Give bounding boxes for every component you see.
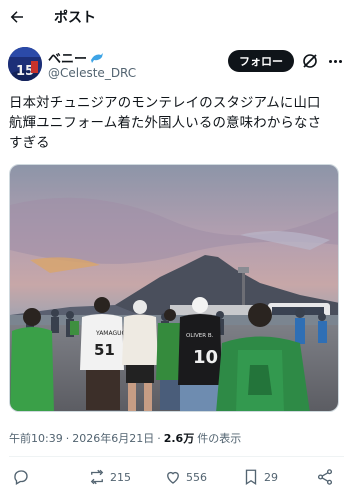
divider <box>9 456 344 457</box>
follow-button[interactable]: フォロー <box>228 50 294 72</box>
more-dot-icon <box>338 59 342 63</box>
retweet-count: 215 <box>110 470 131 484</box>
page-title: ポスト <box>54 10 96 26</box>
avatar[interactable]: 15 <box>8 47 42 81</box>
tweet-time[interactable]: 午前10:39 <box>9 430 63 446</box>
share-icon <box>317 469 333 485</box>
meta-separator: · <box>65 432 70 445</box>
heart-icon <box>167 471 179 484</box>
tweet-text: 日本対チュニジアのモンテレイのスタジアムに山口 航輝ユニフォーム着た外国人いるの… <box>9 94 345 154</box>
like-count: 556 <box>186 470 207 484</box>
share-button[interactable] <box>316 468 334 486</box>
bookmark-icon <box>245 469 257 486</box>
action-bar: 215 556 29 <box>0 462 353 494</box>
user-handle[interactable]: @Celeste_DRC <box>48 66 136 80</box>
display-name[interactable]: ベニー <box>48 48 104 67</box>
back-button[interactable] <box>6 6 28 28</box>
display-name-text: ベニー <box>48 52 88 67</box>
tweet-author: 15 ベニー @Celeste_DRC フォロー <box>0 44 353 88</box>
arrow-left-icon <box>10 11 23 23</box>
bookmark-count: 29 <box>264 470 278 484</box>
views-count: 2.6万 <box>163 432 195 445</box>
reply-button[interactable] <box>12 468 34 486</box>
grok-icon <box>303 54 317 68</box>
light-tower <box>242 270 245 310</box>
dolphin-icon <box>91 52 104 63</box>
meta-separator: · <box>157 432 161 445</box>
grok-button[interactable] <box>301 52 319 70</box>
more-dot-icon <box>328 59 332 63</box>
tweet-text-line: 航輝ユニフォーム着た外国人いるの意味わからなさ <box>9 116 322 131</box>
like-button[interactable]: 556 <box>164 468 207 486</box>
reply-icon <box>14 470 28 485</box>
bookmark-button[interactable]: 29 <box>242 468 278 486</box>
views-label: 件の表示 <box>197 432 242 445</box>
tweet-text-line: 日本対チュニジアのモンテレイのスタジアムに山口 <box>9 96 321 111</box>
jersey-name-oliver: OLIVER B. <box>186 333 214 339</box>
top-bar: ポスト <box>0 0 353 34</box>
jersey-number-51: 51 <box>94 341 115 359</box>
jersey-number-10: 10 <box>193 347 218 368</box>
tweet-meta: 午前10:39 · 2026年6月21日 · 2.6万 件の表示 <box>9 430 241 446</box>
more-dot-icon <box>333 59 337 63</box>
tweet-text-line: すぎる <box>9 136 50 151</box>
retweet-icon <box>90 469 104 485</box>
more-options-button[interactable] <box>326 52 344 70</box>
retweet-button[interactable]: 215 <box>88 468 131 486</box>
tweet-photo[interactable]: YAMAGUCHI 51 OLIVER B. 10 <box>9 164 339 412</box>
tweet-date[interactable]: 2026年6月21日 <box>72 430 154 446</box>
